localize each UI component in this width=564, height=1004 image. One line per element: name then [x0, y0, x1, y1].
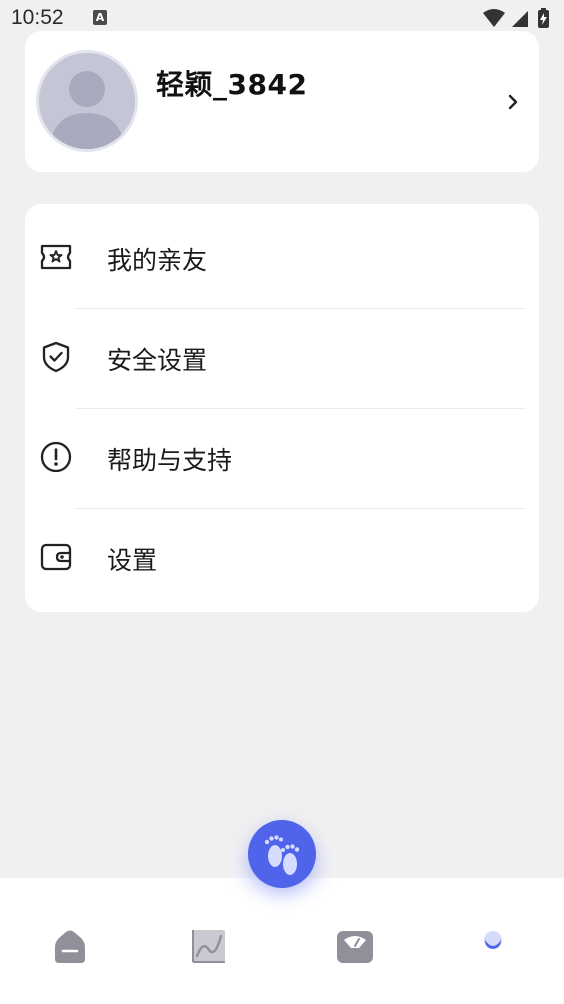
status-time: 10:52	[11, 6, 64, 29]
menu-item-label: 安全设置	[107, 346, 208, 375]
user-silhouette-icon	[39, 53, 135, 149]
signal-icon	[512, 11, 528, 27]
avatar[interactable]	[36, 50, 138, 152]
nav-home-icon[interactable]	[50, 926, 90, 966]
nav-profile-icon[interactable]	[473, 926, 513, 966]
menu-item-label: 帮助与支持	[107, 446, 233, 475]
wallet-icon	[39, 540, 73, 574]
shield-check-icon	[39, 340, 73, 374]
menu-card: 我的亲友 安全设置 帮助与支持 设置	[25, 204, 539, 612]
nav-scale-icon[interactable]	[335, 926, 375, 966]
battery-icon	[538, 8, 549, 28]
ticket-star-icon	[39, 240, 73, 274]
menu-item-friends[interactable]: 我的亲友	[25, 207, 539, 307]
notification-a-icon: A	[93, 10, 107, 25]
menu-item-help[interactable]: 帮助与支持	[25, 407, 539, 507]
menu-item-settings[interactable]: 设置	[25, 507, 539, 607]
chevron-right-icon[interactable]	[503, 91, 525, 113]
exclamation-circle-icon	[39, 440, 73, 474]
fab-button[interactable]	[248, 820, 316, 888]
menu-item-label: 设置	[107, 546, 158, 575]
nav-chart-icon[interactable]	[189, 926, 229, 966]
menu-item-security[interactable]: 安全设置	[25, 307, 539, 407]
username: 轻颖_3842	[156, 68, 308, 101]
baby-footprints-icon	[264, 835, 300, 875]
menu-item-label: 我的亲友	[107, 246, 208, 275]
profile-card[interactable]: 轻颖_3842	[25, 31, 539, 172]
wifi-icon	[483, 9, 505, 27]
